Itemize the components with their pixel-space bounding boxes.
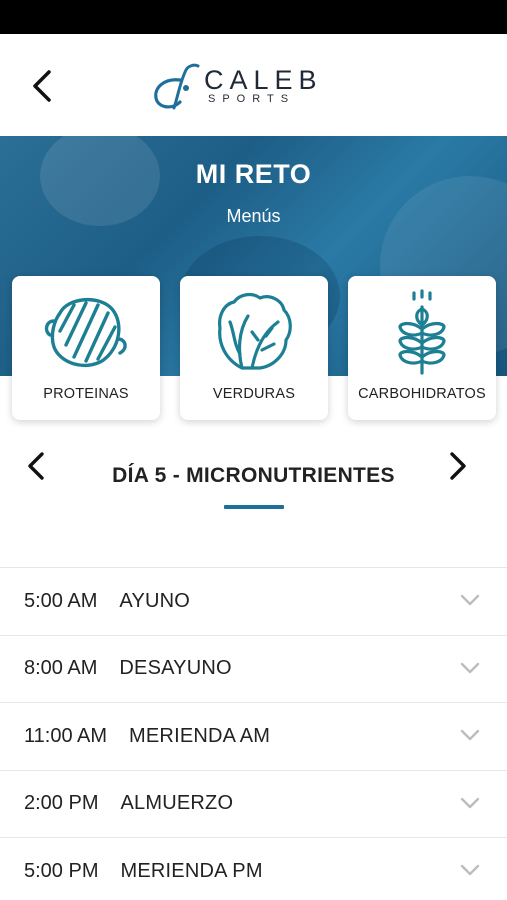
steak-icon [44,297,127,367]
next-day-button[interactable] [438,444,478,488]
meal-list: 5:00 AM AYUNO 8:00 AM DESAYUNO 11:00 AM … [0,567,507,900]
meal-row-ayuno[interactable]: 5:00 AM AYUNO [0,568,507,636]
app-header: CALEB SPORTS [0,34,507,136]
meal-time: 5:00 PM [24,859,99,882]
chevron-down-icon[interactable] [459,660,481,676]
day-title-underline [224,505,284,509]
chevron-down-icon[interactable] [459,592,481,608]
day-navigation: DÍA 5 - MICRONUTRIENTES [0,440,507,520]
page-title: MI RETO [195,159,312,189]
meal-name: DESAYUNO [119,657,232,680]
category-card-carbohidratos[interactable]: CARBOHIDRATOS [348,276,496,420]
caleb-sports-logo: CALEB SPORTS [150,58,323,114]
meal-time: 11:00 AM [24,724,108,747]
meal-row-almuerzo[interactable]: 2:00 PM ALMUERZO [0,771,507,838]
category-card-verduras[interactable]: VERDURAS [180,276,328,420]
page-subtitle: Menús [226,206,281,226]
category-label: VERDURAS [212,386,296,402]
meal-name: MERIENDA AM [129,724,271,747]
lettuce-icon [218,292,292,370]
chevron-down-icon[interactable] [459,795,481,811]
chevron-down-icon[interactable] [459,727,481,743]
meal-row-merienda-pm[interactable]: 5:00 PM MERIENDA PM [0,838,507,900]
meal-time: 8:00 AM [24,657,98,680]
category-label: CARBOHIDRATOS [358,386,486,402]
category-label: PROTEINAS [43,386,129,402]
meal-name: AYUNO [119,589,191,612]
chevron-right-icon [450,452,466,480]
logo-main-text: CALEB [204,64,323,95]
wheat-icon [398,289,446,375]
logo-mark-icon [154,63,200,110]
chevron-down-icon[interactable] [459,862,481,878]
back-button[interactable] [22,64,62,108]
meal-time: 5:00 AM [24,589,98,612]
meal-name: MERIENDA PM [120,859,263,882]
meal-name: ALMUERZO [120,792,234,815]
logo-sub-text: SPORTS [208,92,296,105]
meal-time: 2:00 PM [24,792,99,815]
meal-row-desayuno[interactable]: 8:00 AM DESAYUNO [0,636,507,703]
meal-row-merienda-am[interactable]: 11:00 AM MERIENDA AM [0,703,507,771]
category-card-proteinas[interactable]: PROTEINAS [12,276,160,420]
status-bar [0,0,507,34]
day-title: DÍA 5 - MICRONUTRIENTES [112,464,395,487]
chevron-left-icon [33,70,51,102]
